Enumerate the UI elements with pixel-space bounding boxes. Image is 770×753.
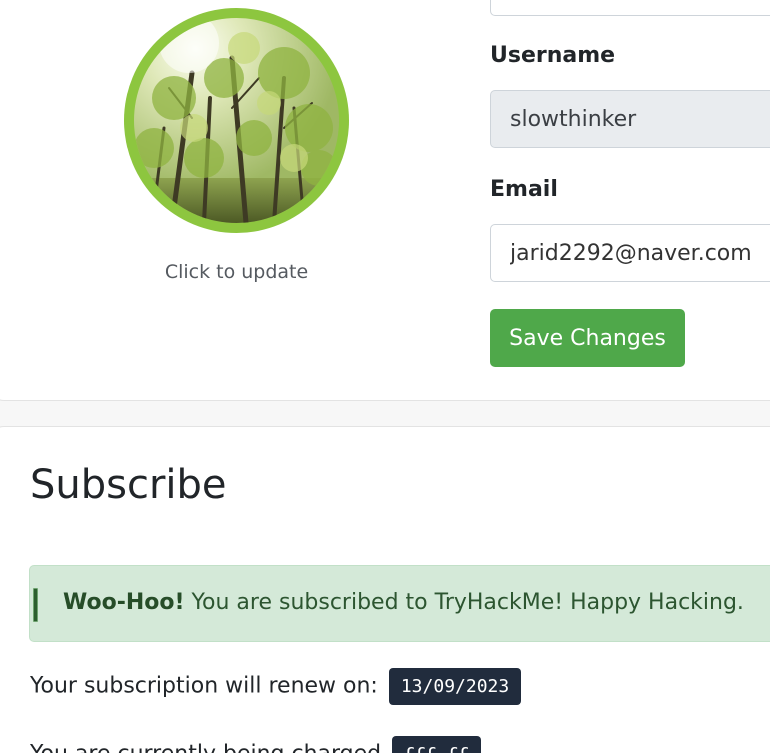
username-label: Username bbox=[490, 43, 616, 68]
renew-label: Your subscription will renew on: bbox=[30, 673, 385, 699]
save-changes-button[interactable]: Save Changes bbox=[490, 309, 685, 367]
charged-amount-badge: £££.££ bbox=[392, 736, 482, 753]
alert-strong: Woo-Hoo! bbox=[63, 590, 185, 615]
forest-avatar-image bbox=[134, 18, 339, 223]
account-page: Click to update Username Email Save Chan… bbox=[0, 0, 770, 753]
alert-text: Woo-Hoo! You are subscribed to TryHackMe… bbox=[63, 590, 744, 615]
avatar-upload[interactable] bbox=[124, 8, 349, 233]
charged-label: You are currently being charged bbox=[30, 742, 388, 753]
charged-line: You are currently being charged £££.££ bbox=[30, 736, 482, 753]
subscription-alert: Woo-Hoo! You are subscribed to TryHackMe… bbox=[29, 565, 770, 642]
previous-field-input[interactable] bbox=[490, 0, 770, 16]
username-input[interactable] bbox=[490, 90, 770, 148]
alert-accent-bar bbox=[33, 588, 38, 622]
subscribe-heading: Subscribe bbox=[30, 462, 227, 508]
alert-message: You are subscribed to TryHackMe! Happy H… bbox=[184, 590, 744, 615]
email-input[interactable] bbox=[490, 224, 770, 282]
renew-date-badge: 13/09/2023 bbox=[388, 668, 522, 705]
avatar[interactable] bbox=[134, 18, 339, 223]
avatar-caption: Click to update bbox=[164, 261, 309, 283]
renew-line: Your subscription will renew on: 13/09/2… bbox=[30, 668, 522, 705]
email-label: Email bbox=[490, 177, 558, 202]
